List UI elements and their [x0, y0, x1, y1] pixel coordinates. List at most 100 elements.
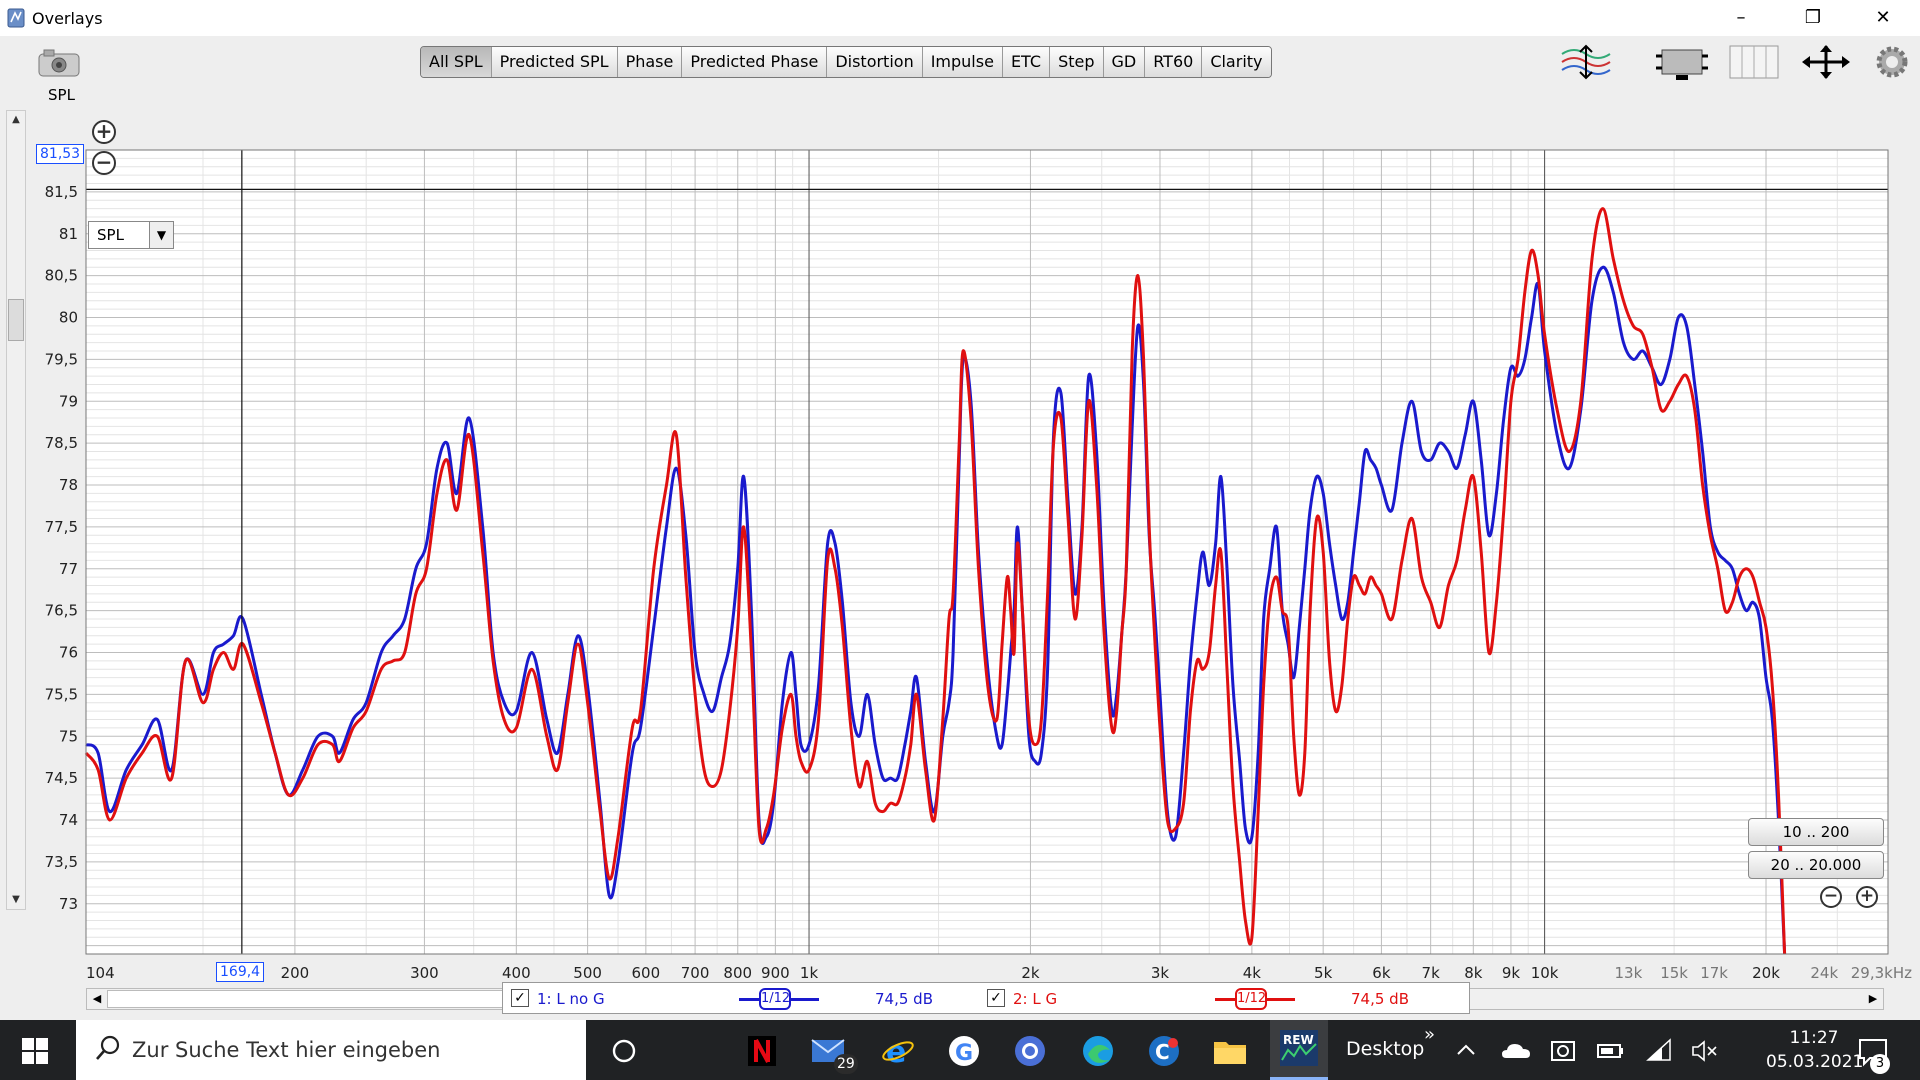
y-tick-label: 79: [59, 392, 78, 410]
rew-taskbar-item[interactable]: REW: [1270, 1020, 1328, 1080]
zoom-out-icon[interactable]: −: [92, 151, 116, 175]
x-tick-label: 400: [502, 964, 531, 982]
cortana-icon[interactable]: [606, 1034, 642, 1068]
x-tick-label: 15k: [1660, 964, 1688, 982]
tab-phase[interactable]: Phase: [617, 47, 683, 77]
restore-icon[interactable]: ❐: [1790, 0, 1836, 36]
x-tick-label: 200: [281, 964, 310, 982]
edge-icon[interactable]: [1080, 1034, 1116, 1068]
y-tick-label: 76: [59, 644, 78, 662]
series2-smoothing[interactable]: 1/12: [1235, 988, 1267, 1010]
pan-arrows-icon[interactable]: [1798, 42, 1854, 82]
desktop-toolbar-label[interactable]: Desktop: [1346, 1038, 1424, 1060]
x-tick-label: 4k: [1243, 964, 1262, 982]
chevron-up-icon[interactable]: [1452, 1034, 1480, 1068]
windows-start-icon[interactable]: [22, 1038, 48, 1064]
x-tick-label: 3k: [1151, 964, 1170, 982]
cursor-x-readout: 169,4: [216, 962, 265, 982]
file-explorer-icon[interactable]: [1212, 1034, 1248, 1068]
range-20-20000-button[interactable]: 20 .. 20.000: [1748, 851, 1884, 879]
x-tick-label: 6k: [1372, 964, 1391, 982]
taskbar: Zur Suche Text hier eingeben 29 e G C RE…: [0, 1020, 1920, 1080]
tab-impulse[interactable]: Impulse: [922, 47, 1003, 77]
minimize-icon[interactable]: –: [1718, 0, 1764, 36]
layout-icon[interactable]: [1726, 42, 1782, 82]
scroll-right-icon[interactable]: ▶: [1863, 989, 1883, 1009]
x-tick-label: 17k: [1700, 964, 1728, 982]
x-tick-label: 9k: [1502, 964, 1521, 982]
window-icon[interactable]: [1654, 42, 1710, 82]
series1-checkbox[interactable]: ✓: [511, 989, 529, 1007]
tab-rt60[interactable]: RT60: [1145, 47, 1203, 77]
x-axis-ticks: 104 200 300 400 500 600 700 800 900 1k 2k 3k 4k 5k 6k 7…: [86, 964, 1912, 982]
clock-date[interactable]: 05.03.2021: [1766, 1052, 1863, 1072]
google-icon[interactable]: G: [946, 1034, 982, 1068]
zoom-in-icon[interactable]: +: [92, 120, 116, 144]
y-tick-label: 77: [59, 560, 78, 578]
svg-text:REW: REW: [1283, 1033, 1314, 1047]
y-tick-label: 75: [59, 727, 78, 745]
sync-icon[interactable]: [1548, 1034, 1578, 1068]
y-axis-select[interactable]: SPL ▼: [88, 221, 174, 249]
tab-etc[interactable]: ETC: [1002, 47, 1051, 77]
search-icon: [96, 1035, 120, 1060]
settings-gear-icon[interactable]: [1872, 42, 1912, 82]
series2-label: 2: L G: [1013, 990, 1058, 1008]
svg-text:G: G: [955, 1041, 973, 1066]
y-tick-label: 79,5: [45, 350, 78, 368]
x-zoom-out-icon[interactable]: −: [1820, 886, 1842, 908]
y-tick-label: 77,5: [45, 518, 78, 536]
internet-explorer-icon[interactable]: e: [880, 1034, 916, 1068]
y-tick-label: 80,5: [45, 267, 78, 285]
tab-predicted-spl[interactable]: Predicted SPL: [491, 47, 618, 77]
spl-chart[interactable]: 8281,58180,58079,57978,57877,57776,57675…: [0, 110, 1920, 990]
overlays-window: All SPL Predicted SPL Phase Predicted Phase…: [0, 36, 1920, 1020]
close-icon[interactable]: ✕: [1860, 0, 1906, 36]
tab-all-spl[interactable]: All SPL: [421, 47, 492, 77]
graph-controls-icon[interactable]: [1558, 42, 1614, 82]
speaker-muted-icon[interactable]: [1690, 1034, 1720, 1068]
tab-gd[interactable]: GD: [1103, 47, 1146, 77]
tab-predicted-phase[interactable]: Predicted Phase: [682, 47, 828, 77]
series2-checkbox[interactable]: ✓: [987, 989, 1005, 1007]
search-placeholder: Zur Suche Text hier eingeben: [132, 1038, 441, 1062]
x-tick-label: 29,3kHz: [1851, 964, 1912, 982]
y-tick-label: 78,5: [45, 434, 78, 452]
x-tick-label: 2k: [1021, 964, 1040, 982]
x-tick-label: 24k: [1810, 964, 1838, 982]
tab-step[interactable]: Step: [1050, 47, 1104, 77]
toolbar-chevron[interactable]: »: [1424, 1024, 1435, 1045]
svg-text:e: e: [886, 1035, 906, 1068]
x-tick-label: 13k: [1615, 964, 1643, 982]
series2-level: 74,5 dB: [1351, 990, 1409, 1008]
y-axis-ticks: 8281,58180,58079,57978,57877,57776,57675…: [45, 141, 78, 913]
title-bar: Overlays – ❐ ✕: [0, 0, 1920, 36]
y-tick-label: 81,5: [45, 183, 78, 201]
ccleaner-icon[interactable]: C: [1146, 1034, 1182, 1068]
scroll-left-icon[interactable]: ◀: [87, 989, 107, 1009]
x-tick-label: 800: [723, 964, 752, 982]
x-zoom-in-icon[interactable]: +: [1856, 886, 1878, 908]
battery-icon[interactable]: [1596, 1034, 1626, 1068]
camera-icon[interactable]: [36, 48, 82, 78]
y-tick-label: 73,5: [45, 853, 78, 871]
chrome-icon[interactable]: [1012, 1034, 1048, 1068]
onedrive-cloud-icon[interactable]: [1500, 1034, 1532, 1068]
netflix-icon[interactable]: [744, 1034, 780, 1068]
series1-smoothing[interactable]: 1/12: [759, 988, 791, 1010]
taskbar-search-box[interactable]: Zur Suche Text hier eingeben: [76, 1020, 586, 1080]
clock-time[interactable]: 11:27: [1766, 1028, 1862, 1048]
tab-distortion[interactable]: Distortion: [827, 47, 923, 77]
x-tick-label: 300: [410, 964, 439, 982]
tab-clarity[interactable]: Clarity: [1202, 47, 1271, 77]
legend-bar: ✓ 1: L no G 1/12 74,5 dB ✓ 2: L G 1/12 7…: [502, 982, 1470, 1014]
window-title: Overlays: [32, 9, 103, 28]
range-10-200-button[interactable]: 10 .. 200: [1748, 818, 1884, 846]
x-tick-label: 600: [632, 964, 661, 982]
x-tick-label: 700: [681, 964, 710, 982]
chevron-down-icon[interactable]: ▼: [149, 222, 173, 248]
y-tick-label: 80: [59, 309, 78, 327]
x-tick-label: 500: [573, 964, 602, 982]
y-tick-label: 75,5: [45, 685, 78, 703]
wifi-icon[interactable]: [1644, 1034, 1674, 1068]
